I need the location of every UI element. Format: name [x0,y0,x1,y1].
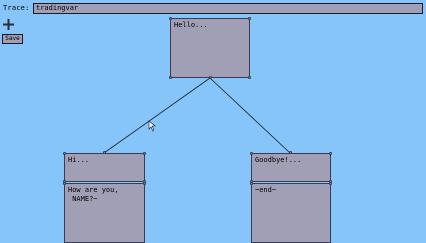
dialogue-node-left-prompt[interactable]: Hi... [64,153,145,182]
dialogue-node-right-prompt[interactable]: Goodbye!... [251,153,331,182]
node-handle[interactable] [329,182,332,185]
node-handle[interactable] [248,17,251,20]
node-handle[interactable] [63,182,66,185]
node-handle[interactable] [63,152,66,155]
dialogue-node-right-response[interactable]: ~end~ [251,183,331,243]
node-handle[interactable] [250,182,253,185]
connector-root-right [209,77,291,154]
node-handle[interactable] [103,151,106,154]
dialogue-node-left-response[interactable]: How are you, NAME?~ [64,183,145,243]
node-handle[interactable] [143,152,146,155]
node-handle[interactable] [143,182,146,185]
mouse-cursor-icon [148,120,156,132]
node-handle[interactable] [169,76,172,79]
dialogue-node-root[interactable]: Hello... [170,18,250,78]
node-handle[interactable] [250,152,253,155]
node-handle[interactable] [289,151,292,154]
connector-root-left [103,77,211,154]
node-handle[interactable] [329,152,332,155]
node-handle[interactable] [209,76,212,79]
node-handle[interactable] [169,17,172,20]
node-handle[interactable] [248,76,251,79]
